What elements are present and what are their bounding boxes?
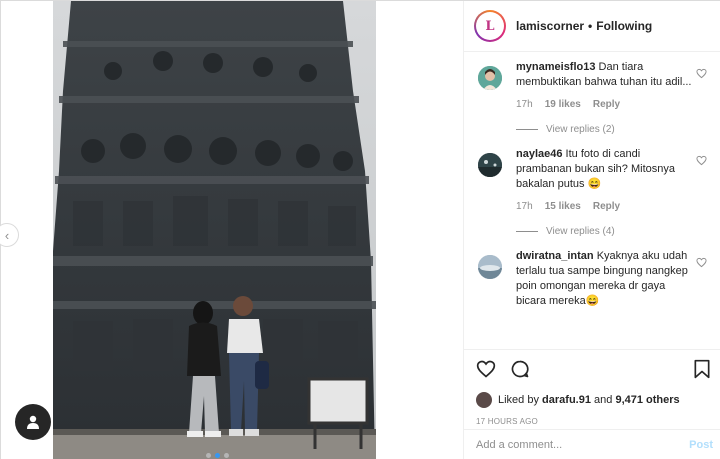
likes-summary: Liked by darafu.91 and 9,471 others [476,392,711,408]
comment-username[interactable]: dwiratna_intan [516,250,594,262]
carousel-dot [224,453,229,458]
carousel-dots [206,453,229,458]
post-modal: ‹ L lamiscorner • Following mynameisflo1… [0,0,720,459]
view-replies-label: View replies (4) [546,226,615,237]
author-logo: L [476,12,504,40]
view-replies-label: View replies (2) [546,124,615,135]
comment-heart-icon[interactable] [696,155,707,166]
comment-text: dwiratna_intan Kyaknya aku udah terlalu … [516,249,695,309]
media-pane: ‹ [0,1,464,459]
liker-avatar[interactable] [476,392,492,408]
post-side-panel: L lamiscorner • Following mynameisflo13 … [464,1,720,459]
comment-username[interactable]: naylae46 [516,148,562,160]
post-actions: Liked by darafu.91 and 9,471 others 17 H… [464,349,720,429]
comment-time: 17h [516,201,533,212]
likes-middle: and [594,394,613,406]
comment-input[interactable] [476,439,690,451]
view-replies-button[interactable]: View replies (4) [516,226,695,237]
commenter-avatar[interactable] [478,66,502,90]
avatar-photo [478,255,502,279]
comment-heart-icon[interactable] [696,68,707,79]
tagged-users-button[interactable] [15,404,51,440]
comment-likes[interactable]: 15 likes [545,201,581,212]
add-comment-bar: Post [464,429,720,459]
temple-photo-illustration [53,1,376,459]
post-comment-button[interactable]: Post [689,439,713,451]
author-avatar[interactable]: L [474,10,506,42]
avatar-photo [478,66,502,90]
view-replies-button[interactable]: View replies (2) [516,124,695,135]
comment-text: naylae46 Itu foto di candi prambanan buk… [516,147,695,192]
comment-item: mynameisflo13 Dan tiara membuktikan bahw… [464,60,720,135]
comments-list[interactable]: mynameisflo13 Dan tiara membuktikan bahw… [464,52,720,349]
comment-text: mynameisflo13 Dan tiara membuktikan bahw… [516,60,695,90]
action-icons-row [476,358,711,380]
comment-likes[interactable]: 19 likes [545,99,581,110]
post-photo[interactable] [53,1,376,459]
replies-divider-line [516,231,538,232]
author-username[interactable]: lamiscorner [516,19,584,33]
previous-slide-button[interactable]: ‹ [0,223,19,247]
comment-time: 17h [516,99,533,110]
likes-prefix: Liked by [498,394,539,406]
carousel-dot [206,453,211,458]
comment-icon[interactable] [510,359,530,379]
liker-username[interactable]: darafu.91 [542,394,591,406]
replies-divider-line [516,129,538,130]
comment-meta: 17h 15 likes Reply [516,201,695,212]
comment-username[interactable]: mynameisflo13 [516,61,595,73]
chevron-left-icon: ‹ [4,227,10,243]
heart-icon[interactable] [476,359,496,379]
likes-others-link[interactable]: 9,471 others [615,394,679,406]
follow-status-button[interactable]: Following [596,19,652,33]
commenter-avatar[interactable] [478,255,502,279]
comment-heart-icon[interactable] [696,257,707,268]
comment-reply-button[interactable]: Reply [593,99,620,110]
comment-item: naylae46 Itu foto di candi prambanan buk… [464,147,720,237]
comment-reply-button[interactable]: Reply [593,201,620,212]
avatar-photo [478,153,502,177]
user-icon [27,415,39,429]
post-timestamp: 17 HOURS AGO [476,417,538,426]
comment-item: dwiratna_intan Kyaknya aku udah terlalu … [464,249,720,309]
post-header: L lamiscorner • Following [464,1,720,52]
header-separator: • [588,19,593,33]
commenter-avatar[interactable] [478,153,502,177]
comment-meta: 17h 19 likes Reply [516,99,695,110]
carousel-dot-active [215,453,220,458]
bookmark-icon[interactable] [693,359,711,379]
